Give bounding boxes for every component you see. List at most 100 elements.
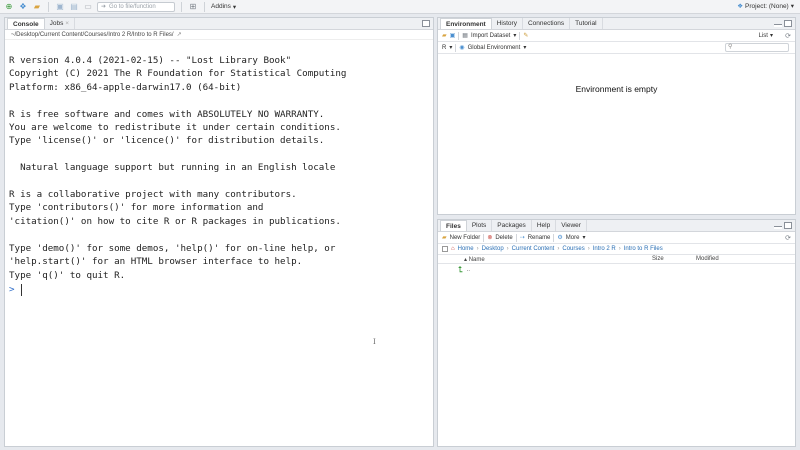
tab-help-label: Help xyxy=(536,222,551,229)
delete-button[interactable]: Delete xyxy=(495,235,512,241)
breadcrumb-courses[interactable]: Courses xyxy=(562,246,584,252)
breadcrumb-intro-to-r-files[interactable]: Intro to R Files xyxy=(624,246,663,252)
more-button[interactable]: More xyxy=(566,235,580,241)
minimize-icon[interactable] xyxy=(774,226,782,229)
open-file-icon[interactable]: ▰ xyxy=(32,2,42,12)
project-label: Project: (None) xyxy=(745,2,789,10)
column-name-header[interactable]: ▴ Name xyxy=(464,256,652,263)
rename-button[interactable]: Rename xyxy=(528,235,551,241)
addins-menu[interactable]: Addins ▾ xyxy=(211,3,236,11)
breadcrumb-separator: › xyxy=(476,246,479,252)
close-icon[interactable]: × xyxy=(65,20,69,27)
refresh-icon[interactable]: ⟳ xyxy=(785,234,791,242)
table-icon: ▦ xyxy=(462,33,468,39)
main-toolbar: ⊕ ❖ ▰ ▣ ▤ ▭ ➜ Go to file/function ⊞ Addi… xyxy=(0,0,800,14)
breadcrumb-desktop[interactable]: Desktop xyxy=(482,246,504,252)
scope-selector[interactable]: Global Environment xyxy=(468,45,521,51)
list-item[interactable]: ⮤ .. xyxy=(438,264,795,275)
chevron-down-icon: ▾ xyxy=(232,3,237,11)
tab-jobs-label: Jobs xyxy=(49,20,64,27)
project-menu[interactable]: ❖ Project: (None) ▾ xyxy=(737,2,794,11)
prompt-symbol: > xyxy=(9,284,15,296)
window-controls xyxy=(774,20,792,27)
breadcrumb-intro-2-r[interactable]: Intro 2 R xyxy=(593,246,616,252)
console-tabbar: Console Jobs × xyxy=(5,18,433,30)
chevron-down-icon: ▾ xyxy=(513,33,517,39)
file-name[interactable]: .. xyxy=(467,267,470,273)
tab-environment[interactable]: Environment xyxy=(440,18,492,29)
chevron-down-icon: ▾ xyxy=(449,45,453,51)
refresh-icon[interactable]: ⟳ xyxy=(785,32,791,40)
tab-packages[interactable]: Packages xyxy=(492,220,532,231)
tab-console-label: Console xyxy=(13,21,39,28)
breadcrumb-separator: › xyxy=(618,246,621,252)
column-name-label: Name xyxy=(468,256,485,263)
maximize-icon[interactable] xyxy=(784,222,792,229)
maximize-icon[interactable] xyxy=(784,20,792,27)
home-icon[interactable]: ⌂ xyxy=(451,246,455,252)
goto-placeholder: Go to file/function xyxy=(109,3,156,10)
broom-icon[interactable]: ✎ xyxy=(523,32,528,39)
files-toolbar: ▰ New Folder ⊗ Delete ⇢ Rename ⚙ More ▾ … xyxy=(438,232,795,244)
tab-viewer-label: Viewer xyxy=(561,222,581,229)
tab-plots[interactable]: Plots xyxy=(467,220,493,231)
maximize-icon[interactable] xyxy=(422,20,430,27)
breadcrumb-home[interactable]: Home xyxy=(458,246,474,252)
environment-tabbar: Environment History Connections Tutorial xyxy=(438,18,795,30)
tab-tutorial-label: Tutorial xyxy=(575,20,597,27)
tab-viewer[interactable]: Viewer xyxy=(556,220,587,231)
toolbar-divider xyxy=(519,31,521,40)
import-dataset-button[interactable]: Import Dataset xyxy=(471,33,510,39)
console-output[interactable]: R version 4.0.4 (2021-02-15) -- "Lost Li… xyxy=(5,40,433,282)
ibeam-cursor-icon: I xyxy=(373,338,376,346)
tab-jobs[interactable]: Jobs × xyxy=(45,18,75,29)
breadcrumb-current-content[interactable]: Current Content xyxy=(512,246,555,252)
save-icon[interactable]: ▣ xyxy=(55,2,65,12)
tab-files[interactable]: Files xyxy=(440,220,467,231)
grid-layout-icon[interactable]: ⊞ xyxy=(188,2,198,12)
view-mode-menu[interactable]: List ▾ xyxy=(759,32,773,40)
tab-connections[interactable]: Connections xyxy=(523,18,571,29)
environment-pane: Environment History Connections Tutorial… xyxy=(437,17,796,215)
breadcrumb: ⌂ Home › Desktop › Current Content › Cou… xyxy=(438,244,795,255)
tab-history[interactable]: History xyxy=(492,18,523,29)
select-all-checkbox[interactable] xyxy=(442,246,448,252)
save-all-icon[interactable]: ▤ xyxy=(69,2,79,12)
toolbar-divider xyxy=(483,233,485,242)
column-size-header[interactable]: Size xyxy=(652,256,696,262)
console-path-text: ~/Desktop/Current Content/Courses/Intro … xyxy=(11,31,174,38)
project-icon: ❖ xyxy=(737,3,744,10)
breadcrumb-separator: › xyxy=(557,246,560,252)
environment-search-input[interactable]: ⚲ xyxy=(725,43,789,52)
goto-directory-icon[interactable]: ↗ xyxy=(177,31,182,38)
window-controls xyxy=(774,222,792,229)
tab-plots-label: Plots xyxy=(471,222,487,229)
files-pane: Files Plots Packages Help Viewer ▰ New F… xyxy=(437,219,796,447)
new-project-icon[interactable]: ❖ xyxy=(18,2,28,12)
arrow-right-icon: ➜ xyxy=(101,4,107,10)
print-icon[interactable]: ▭ xyxy=(83,2,93,12)
toolbar-divider xyxy=(553,233,555,242)
tab-history-label: History xyxy=(496,20,517,27)
breadcrumb-separator: › xyxy=(587,246,590,252)
save-workspace-icon[interactable]: ▣ xyxy=(450,32,456,39)
tab-help[interactable]: Help xyxy=(532,220,557,231)
goto-file-input[interactable]: ➜ Go to file/function xyxy=(97,1,175,12)
minimize-icon[interactable] xyxy=(774,24,782,27)
tab-packages-label: Packages xyxy=(497,222,526,229)
new-file-icon[interactable]: ⊕ xyxy=(4,2,14,12)
language-selector[interactable]: R xyxy=(442,45,446,51)
tab-console[interactable]: Console xyxy=(7,18,45,29)
window-controls xyxy=(422,20,430,27)
console-prompt[interactable]: > xyxy=(5,283,433,296)
chevron-down-icon: ▾ xyxy=(790,3,794,10)
tab-environment-label: Environment xyxy=(446,21,486,28)
text-cursor xyxy=(20,283,22,296)
chevron-down-icon: ▾ xyxy=(582,235,586,241)
new-folder-button[interactable]: New Folder xyxy=(450,235,481,241)
load-workspace-icon[interactable]: ▰ xyxy=(442,32,447,39)
parent-directory-icon: ⮤ xyxy=(458,264,463,274)
toolbar-divider xyxy=(204,1,205,12)
tab-tutorial[interactable]: Tutorial xyxy=(570,18,603,29)
column-modified-header[interactable]: Modified xyxy=(696,256,719,262)
